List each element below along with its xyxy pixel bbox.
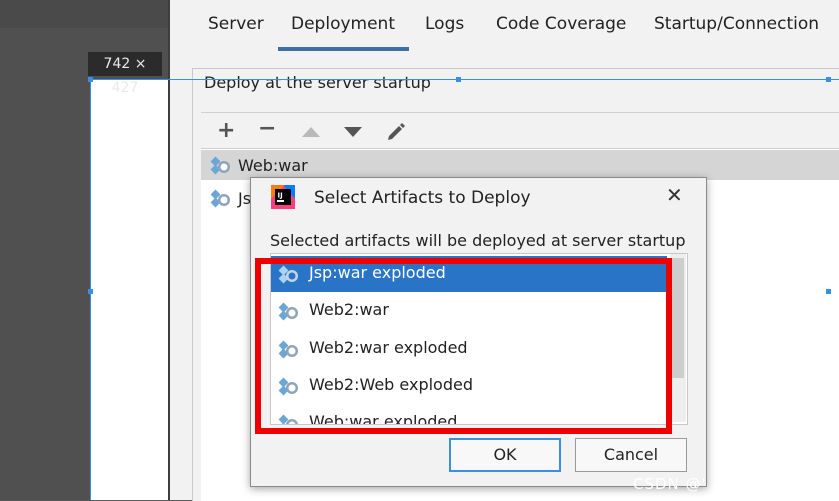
edit-icon[interactable] <box>385 120 407 142</box>
tab-startup-connection[interactable]: Startup/Connection <box>654 14 819 34</box>
deploy-toolbar: + − <box>201 112 839 149</box>
red-annotation-box <box>255 258 672 434</box>
tab-deployment[interactable]: Deployment <box>291 14 395 34</box>
active-tab-indicator <box>278 47 409 51</box>
tab-logs[interactable]: Logs <box>425 14 464 34</box>
scrollbar-thumb[interactable] <box>672 258 684 378</box>
capture-handle[interactable] <box>826 77 831 82</box>
capture-handle[interactable] <box>88 77 93 82</box>
tab-server[interactable]: Server <box>208 14 264 34</box>
remove-icon[interactable]: − <box>258 118 276 140</box>
svg-text:IJ: IJ <box>278 192 283 200</box>
capture-border-top <box>90 79 839 80</box>
capture-size-badge: 742 × 427 <box>88 52 162 96</box>
capture-handle[interactable] <box>456 77 461 82</box>
capture-handle[interactable] <box>826 289 831 294</box>
deploy-group-label: Deploy at the server startup <box>204 73 431 92</box>
add-icon[interactable]: + <box>217 120 235 142</box>
artifact-icon <box>210 189 230 208</box>
dialog-title: Select Artifacts to Deploy <box>314 188 531 208</box>
deploy-row[interactable]: Web:war <box>201 150 839 180</box>
intellij-logo-icon: IJ <box>271 185 295 209</box>
cancel-button[interactable]: Cancel <box>575 438 687 472</box>
move-up-icon[interactable] <box>301 126 321 138</box>
move-down-icon[interactable] <box>343 126 363 138</box>
watermark: CSDN @' 小`菜` ' <box>633 475 773 493</box>
ok-button[interactable]: OK <box>449 438 561 472</box>
tab-bar: Server Deployment Logs Code Coverage Sta… <box>190 0 839 52</box>
close-icon[interactable]: ✕ <box>666 183 683 207</box>
artifact-icon <box>210 156 230 175</box>
deploy-row-label: Web:war <box>238 156 308 175</box>
capture-region <box>90 79 168 500</box>
tab-code-coverage[interactable]: Code Coverage <box>496 14 626 34</box>
capture-handle[interactable] <box>88 289 93 294</box>
dialog-description: Selected artifacts will be deployed at s… <box>270 231 686 250</box>
background-topbar <box>0 0 168 28</box>
